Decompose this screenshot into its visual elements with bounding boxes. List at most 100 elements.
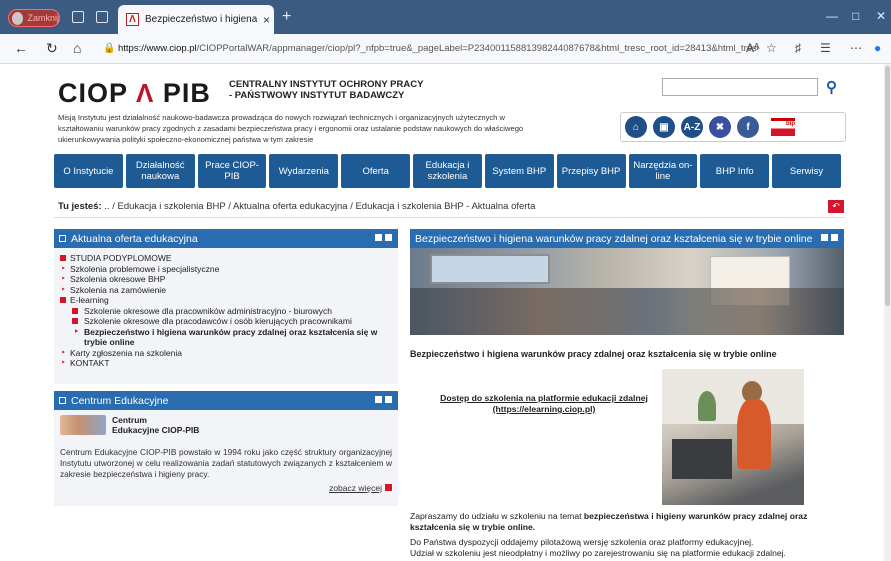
tab-actions-icon[interactable] <box>96 11 108 23</box>
close-panel-icon[interactable] <box>385 234 392 241</box>
list-item[interactable]: ‣ Szkolenia okresowe BHP <box>60 274 392 285</box>
breadcrumb-label: Tu jesteś: <box>58 201 102 212</box>
centrum-logo[interactable]: Centrum Edukacyjne CIOP-PIB <box>60 415 392 435</box>
home-icon[interactable]: ⌂ <box>73 40 81 56</box>
extensions-icon[interactable]: ♯ <box>795 41 801 55</box>
url-path: /CIOPPortalWAR/appmanager/ciop/pl?_nfpb=… <box>196 43 758 54</box>
menu-item-wydarzenia[interactable]: Wydarzenia <box>269 154 339 188</box>
see-more-link[interactable]: zobacz więcej <box>60 483 392 493</box>
close-panel-icon[interactable] <box>385 396 392 403</box>
list-item-label: Szkolenie okresowe dla pracowników admin… <box>84 305 333 316</box>
list-item[interactable]: Szkolenie okresowe dla pracodawców i osó… <box>60 316 392 327</box>
facebook-icon[interactable]: f <box>737 116 759 138</box>
ciop-logo[interactable]: CIOP Λ PIB <box>58 78 211 109</box>
browser-tab-active[interactable]: Λ Bezpieczeństwo i higiena warunk × <box>118 5 274 34</box>
search-icon[interactable]: ⚲ <box>826 78 837 96</box>
page-scrollbar[interactable] <box>884 64 891 561</box>
minimize-icon[interactable]: — <box>826 9 838 23</box>
remote-work-photo <box>662 369 804 505</box>
home-circle-icon[interactable]: ⌂ <box>625 116 647 138</box>
close-tab-icon[interactable]: × <box>263 13 270 27</box>
centrum-logo-text: Centrum Edukacyjne CIOP-PIB <box>112 415 199 435</box>
photo-plant <box>698 391 716 421</box>
favorite-star-icon[interactable]: ☆ <box>766 41 777 55</box>
list-item[interactable]: E-learning <box>60 295 392 306</box>
breadcrumb-path[interactable]: .. / Edukacja i szkolenia BHP / Aktualna… <box>104 201 535 212</box>
bip-icon[interactable]: bip <box>771 118 795 136</box>
list-item-active[interactable]: ‣ Bezpieczeństwo i higiena warunków pracy… <box>60 327 392 348</box>
article-panel: Bezpieczeństwo i higiena warunków pracy … <box>410 229 844 561</box>
profile-label: Zamknij <box>27 13 59 23</box>
tab-title: Bezpieczeństwo i higiena warunk <box>145 14 257 25</box>
article-paragraph-1: Zapraszamy do udziału w szkoleniu na tem… <box>410 511 844 533</box>
presentation-icon[interactable]: ▣ <box>653 116 675 138</box>
maximize-icon[interactable]: □ <box>852 9 859 23</box>
close-window-icon[interactable]: ✕ <box>876 9 886 23</box>
collections-icon[interactable]: ☰ <box>820 41 831 55</box>
list-item[interactable]: ‣ Karty zgłoszenia na szkolenia <box>60 348 392 359</box>
menu-item-oferta[interactable]: Oferta <box>341 154 411 188</box>
menu-item-narzedzia[interactable]: Narzędzia on-line <box>628 154 698 188</box>
url-field[interactable]: https://www.ciop.pl/CIOPPortalWAR/appman… <box>118 39 758 59</box>
list-item-label: Bezpieczeństwo i higiena warunków pracy … <box>84 326 378 348</box>
square-bullet-icon <box>72 307 78 314</box>
search-input[interactable] <box>662 78 818 96</box>
panel-controls[interactable] <box>821 234 838 241</box>
panel-square-icon <box>59 235 66 242</box>
menu-item-o-instytucie[interactable]: O Instytucie <box>54 154 123 188</box>
centrum-logo-line2: Edukacyjne CIOP-PIB <box>112 425 200 435</box>
new-tab-button[interactable]: + <box>282 8 291 26</box>
centrum-panel-header: Centrum Edukacyjne <box>54 391 398 410</box>
arrow-bullet-icon: ‣ <box>61 358 66 367</box>
menu-item-dzialalnosc-naukowa[interactable]: Działalność naukowa <box>125 154 195 188</box>
institute-name-line1: CENTRALNY INSTYTUT OCHRONY PRACY <box>229 79 424 90</box>
square-bullet-icon <box>72 318 78 324</box>
elearning-link[interactable]: Dostęp do szkolenia na platformie edukac… <box>434 393 654 415</box>
divider <box>54 217 845 218</box>
back-icon[interactable]: ← <box>14 40 28 56</box>
more-menu-icon[interactable]: ⋯ <box>850 41 862 55</box>
logo-symbol: Λ <box>136 78 155 108</box>
panel-controls[interactable] <box>375 396 392 403</box>
copilot-icon[interactable]: ● <box>874 41 881 55</box>
read-aloud-icon[interactable]: Aᴬ <box>746 41 759 55</box>
scrollbar-thumb[interactable] <box>885 66 890 306</box>
menu-item-prace-ciop[interactable]: Prace CIOP-PIB <box>197 154 267 188</box>
close-panel-icon[interactable] <box>831 234 838 241</box>
list-item-label: Karty zgłoszenia na szkolenia <box>70 347 182 358</box>
institute-name: CENTRALNY INSTYTUT OCHRONY PRACY - PAŃST… <box>229 79 423 101</box>
photo-desk <box>672 439 732 479</box>
minimize-panel-icon[interactable] <box>375 396 382 403</box>
lock-icon[interactable]: 🔒 <box>103 43 115 54</box>
oferta-panel-title: Aktualna oferta edukacyjna <box>71 232 198 245</box>
address-bar: ← ↻ ⌂ 🔒 https://www.ciop.pl/CIOPPortalWA… <box>0 34 891 64</box>
minimize-panel-icon[interactable] <box>821 234 828 241</box>
centrum-panel-title: Centrum Edukacyjne <box>71 394 169 407</box>
menu-item-przepisy-bhp[interactable]: Przepisy BHP <box>556 154 626 188</box>
list-item[interactable]: ‣ Szkolenia problemowe i specjalistyczne <box>60 264 392 275</box>
uk-flag-icon[interactable]: ✖ <box>709 116 731 138</box>
back-arrow-button[interactable]: ↶ <box>828 200 844 213</box>
panel-controls[interactable] <box>375 234 392 241</box>
list-item[interactable]: Szkolenie okresowe dla pracowników admin… <box>60 306 392 317</box>
browser-tabbar: Zamknij Λ Bezpieczeństwo i higiena warun… <box>0 0 891 34</box>
refresh-icon[interactable]: ↻ <box>46 40 58 57</box>
minimize-panel-icon[interactable] <box>375 234 382 241</box>
url-host: https://www.ciop.pl <box>118 43 197 54</box>
banner-screen <box>430 254 550 284</box>
list-item-label: Szkolenia okresowe BHP <box>70 274 166 284</box>
training-banner-image <box>410 248 844 335</box>
menu-item-system-bhp[interactable]: System BHP <box>484 154 554 188</box>
article-paragraph-2: Do Państwa dyspozycji oddajemy pilotażow… <box>410 537 754 547</box>
see-more-label: zobacz więcej <box>329 483 382 493</box>
menu-item-bhp-info[interactable]: BHP Info <box>700 154 770 188</box>
menu-item-serwisy[interactable]: Serwisy <box>772 154 841 188</box>
list-item[interactable]: STUDIA PODYPLOMOWE <box>60 253 392 264</box>
oferta-list: STUDIA PODYPLOMOWE ‣ Szkolenia problemowe… <box>54 248 398 384</box>
workspaces-icon[interactable] <box>72 11 84 23</box>
profile-button[interactable]: Zamknij <box>8 9 60 27</box>
list-item[interactable]: ‣ Szkolenia na zamówienie <box>60 285 392 296</box>
list-item[interactable]: ‣ KONTAKT <box>60 358 392 369</box>
menu-item-edukacja[interactable]: Edukacja i szkolenia <box>413 154 482 188</box>
az-index-icon[interactable]: A-Z <box>681 116 703 138</box>
